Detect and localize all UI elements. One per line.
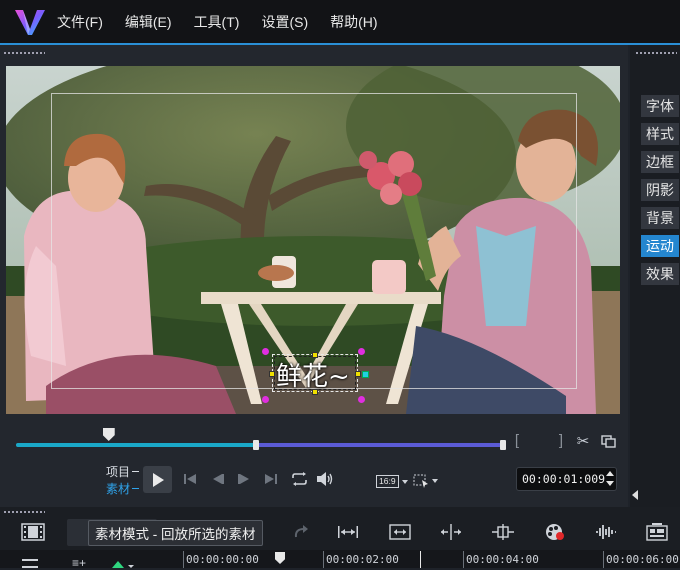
- timecode-stepper[interactable]: [606, 470, 616, 488]
- resize-handle-icon[interactable]: [262, 348, 269, 355]
- add-track-icon[interactable]: ≡+: [72, 557, 86, 569]
- instant-project-icon[interactable]: [640, 519, 674, 545]
- go-to-start-icon[interactable]: [182, 471, 198, 487]
- panel-grip-icon[interactable]: [3, 510, 45, 514]
- repeat-icon[interactable]: [289, 470, 309, 488]
- ruler-tick: [463, 551, 464, 568]
- crop-selection-tool[interactable]: [413, 474, 438, 488]
- tab-shadow[interactable]: 阴影: [641, 179, 679, 201]
- ruler-tick: [603, 551, 604, 568]
- track-manager-icon[interactable]: [22, 559, 38, 568]
- timecode-field[interactable]: 00:00:01:009: [516, 467, 617, 491]
- resize-handle-icon[interactable]: [358, 348, 365, 355]
- stepper-up-icon[interactable]: [606, 471, 614, 476]
- ruler-label: 00:00:00:00: [186, 553, 259, 566]
- tab-border[interactable]: 边框: [641, 151, 679, 173]
- redo-icon[interactable]: [284, 519, 318, 545]
- project-mode-label: 项目: [106, 465, 131, 479]
- mark-out-icon[interactable]: ]: [556, 432, 566, 449]
- menu-help[interactable]: 帮助(H): [330, 12, 377, 32]
- clip-mode-label: 素材: [106, 482, 131, 496]
- mode-dash: [132, 471, 140, 472]
- expand-track-icon[interactable]: [383, 519, 417, 545]
- collapse-panel-icon[interactable]: [632, 490, 638, 500]
- stepper-down-icon[interactable]: [606, 481, 614, 486]
- tooltip: 素材模式 - 回放所选的素材: [88, 520, 263, 546]
- fit-to-window-icon[interactable]: [331, 519, 365, 545]
- audio-mixer-icon[interactable]: [589, 519, 623, 545]
- tab-style[interactable]: 样式: [641, 123, 679, 145]
- chevron-down-icon: [401, 479, 408, 484]
- resize-handle-icon[interactable]: [262, 396, 269, 403]
- color-grading-icon[interactable]: [538, 519, 572, 545]
- next-frame-icon[interactable]: [236, 471, 252, 487]
- trim-handle-icon[interactable]: [253, 440, 259, 450]
- ruler-tick: [183, 551, 184, 568]
- caption-text[interactable]: 鲜花~: [276, 356, 350, 393]
- app-logo-icon: [15, 9, 45, 35]
- resize-handle-icon[interactable]: [355, 371, 361, 377]
- crop-selection-icon: [413, 474, 428, 488]
- split-by-scene-icon[interactable]: [434, 519, 468, 545]
- ruler-label: 00:00:02:00: [326, 553, 399, 566]
- scrub-bar-played: [16, 443, 256, 447]
- volume-icon[interactable]: [315, 470, 335, 488]
- ruler-label: 00:00:04:00: [466, 553, 539, 566]
- scrub-bar-selected-range: [256, 443, 504, 447]
- mark-in-icon[interactable]: [: [512, 432, 522, 449]
- chapter-marker-icon[interactable]: [112, 561, 124, 568]
- title-safe-frame: [51, 93, 577, 389]
- previous-frame-icon[interactable]: [210, 471, 226, 487]
- video-preview[interactable]: 鲜花~: [6, 66, 620, 414]
- resize-handle-icon[interactable]: [269, 371, 275, 377]
- ruler-tick: [323, 551, 324, 568]
- aspect-ratio-label: 16:9: [376, 475, 399, 488]
- storyboard-view-icon[interactable]: [16, 519, 50, 545]
- menu-settings[interactable]: 设置(S): [261, 12, 308, 32]
- panel-grip-icon[interactable]: [635, 51, 677, 55]
- panel-grip-icon[interactable]: [3, 51, 45, 55]
- go-to-end-icon[interactable]: [263, 471, 279, 487]
- menu-file[interactable]: 文件(F): [57, 12, 103, 32]
- tab-background[interactable]: 背景: [641, 207, 679, 229]
- ruler-label: 00:00:06:00: [606, 553, 679, 566]
- trim-handle-icon[interactable]: [500, 440, 506, 450]
- resize-handle-icon[interactable]: [312, 352, 318, 358]
- split-clip-icon[interactable]: ✂: [574, 432, 592, 450]
- timecode-value: 00:00:01:009: [522, 472, 606, 486]
- timeline-cursor-line: [420, 551, 421, 568]
- multi-trim-icon[interactable]: [486, 519, 520, 545]
- clip-mode-toggle[interactable]: 素材: [106, 480, 140, 497]
- rotate-handle-icon[interactable]: [362, 371, 369, 378]
- play-button[interactable]: [143, 466, 172, 493]
- resize-handle-icon[interactable]: [312, 389, 318, 395]
- chevron-down-icon: [432, 479, 438, 483]
- project-mode-toggle[interactable]: 项目: [106, 463, 140, 480]
- aspect-ratio-selector[interactable]: 16:9: [376, 475, 408, 488]
- menu-bar: 文件(F) 编辑(E) 工具(T) 设置(S) 帮助(H): [0, 0, 680, 43]
- menu-edit[interactable]: 编辑(E): [125, 12, 172, 32]
- menu-tools[interactable]: 工具(T): [194, 12, 240, 32]
- mode-dash: [132, 488, 140, 489]
- tab-effect[interactable]: 效果: [641, 263, 679, 285]
- copy-frame-icon[interactable]: [600, 434, 616, 448]
- tab-motion[interactable]: 运动: [641, 235, 679, 257]
- tab-font[interactable]: 字体: [641, 95, 679, 117]
- tooltip-text: 素材模式 - 回放所选的素材: [95, 527, 256, 542]
- resize-handle-icon[interactable]: [358, 396, 365, 403]
